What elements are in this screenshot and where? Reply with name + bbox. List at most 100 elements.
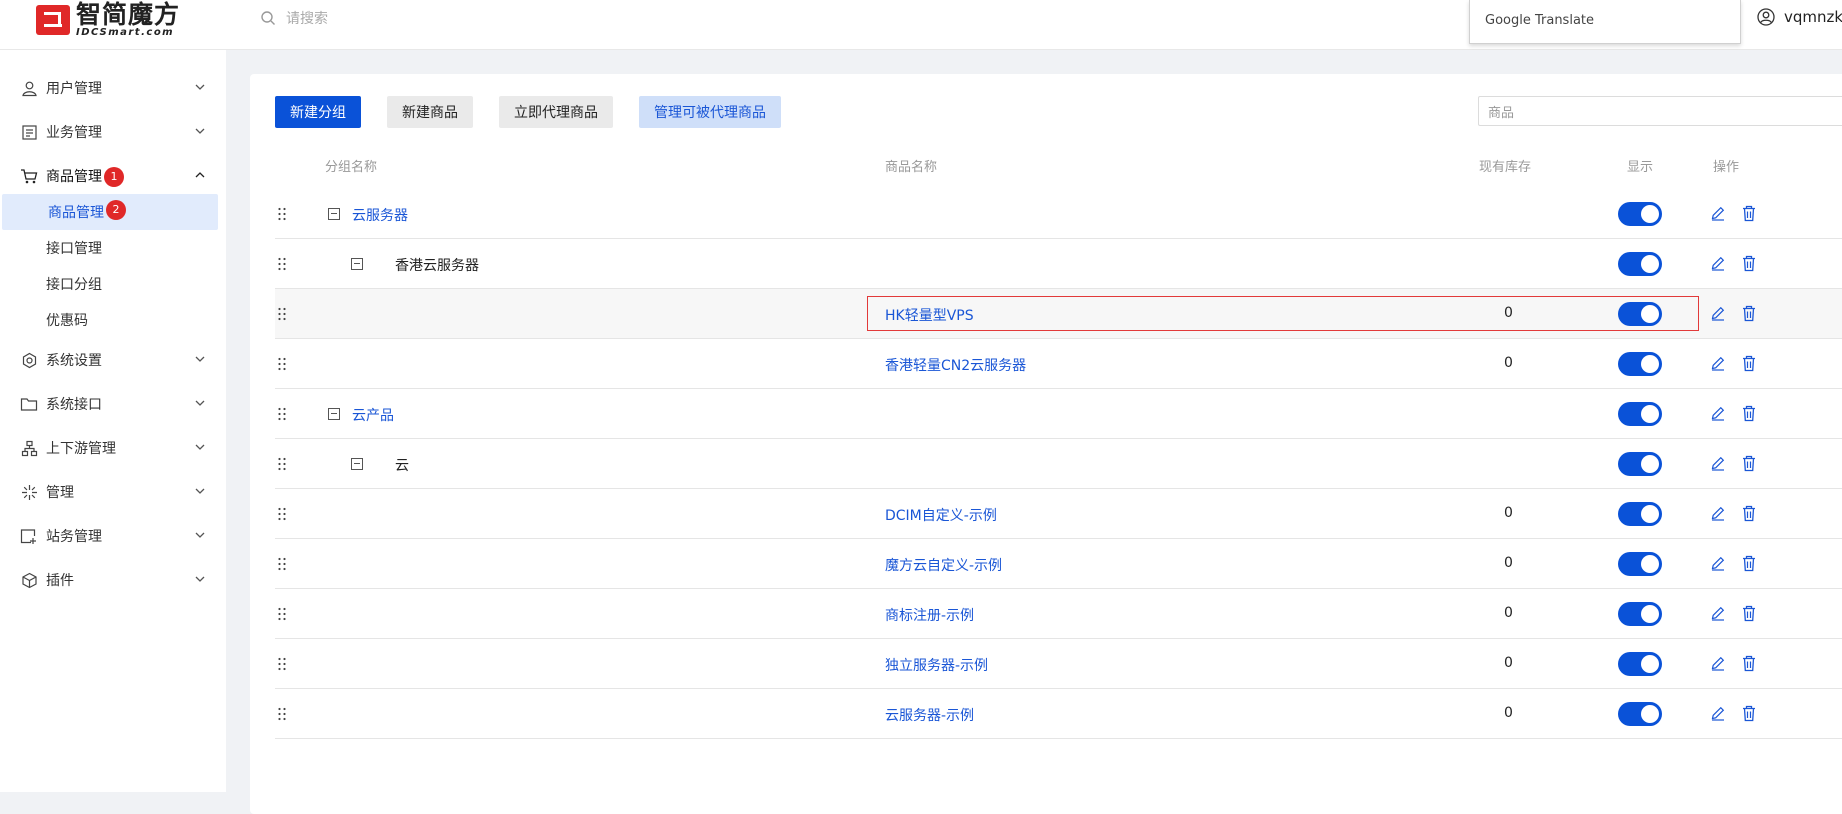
logo[interactable]: 智简魔方 IDCSmart.com [36, 0, 180, 40]
delete-icon[interactable] [1741, 705, 1757, 726]
table-row[interactable]: 云产品 [275, 389, 1842, 439]
table-row[interactable]: 云 [275, 439, 1842, 489]
table-row[interactable]: 独立服务器-示例 0 [275, 639, 1842, 689]
product-name-link[interactable]: DCIM自定义-示例 [885, 505, 997, 525]
list-icon [20, 123, 38, 141]
delete-icon[interactable] [1741, 605, 1757, 626]
group-name[interactable]: 云产品 [352, 405, 394, 425]
delete-icon[interactable] [1741, 655, 1757, 676]
cart-icon [20, 167, 38, 185]
delete-icon[interactable] [1741, 355, 1757, 376]
delete-icon[interactable] [1741, 305, 1757, 326]
table-row[interactable]: 云服务器-示例 0 [275, 689, 1842, 739]
logo-mark-icon [36, 5, 70, 35]
display-toggle[interactable] [1618, 402, 1662, 426]
table-row[interactable]: 云服务器 [275, 189, 1842, 239]
edit-icon[interactable] [1710, 305, 1726, 325]
sidebar-subitem-interface-management[interactable]: 接口管理 [0, 230, 226, 266]
product-name-link[interactable]: 独立服务器-示例 [885, 655, 988, 675]
drag-handle-icon[interactable] [277, 707, 287, 725]
edit-icon[interactable] [1710, 205, 1726, 225]
collapse-icon[interactable] [351, 258, 363, 270]
sidebar-subitem-interface-group[interactable]: 接口分组 [0, 266, 226, 302]
user-menu[interactable]: vqmnzki [1757, 8, 1842, 26]
group-name[interactable]: 云服务器 [352, 205, 408, 225]
delete-icon[interactable] [1741, 505, 1757, 526]
drag-handle-icon[interactable] [277, 207, 287, 225]
display-toggle[interactable] [1618, 302, 1662, 326]
drag-handle-icon[interactable] [277, 357, 287, 375]
edit-icon[interactable] [1710, 455, 1726, 475]
display-toggle[interactable] [1618, 552, 1662, 576]
product-name-link[interactable]: 香港轻量CN2云服务器 [885, 355, 1026, 375]
new-group-button[interactable]: 新建分组 [275, 96, 361, 128]
drag-handle-icon[interactable] [277, 407, 287, 425]
search-input[interactable]: 请搜索 [286, 8, 328, 28]
table-row[interactable]: DCIM自定义-示例 0 [275, 489, 1842, 539]
edit-icon[interactable] [1710, 405, 1726, 425]
delete-icon[interactable] [1741, 555, 1757, 576]
edit-icon[interactable] [1710, 655, 1726, 675]
sidebar-item-plugins[interactable]: 插件 [0, 558, 226, 602]
sidebar-item-system-settings[interactable]: 系统设置 [0, 338, 226, 382]
sidebar-item-upstream-downstream[interactable]: 上下游管理 [0, 426, 226, 470]
sidebar-item-system-interface[interactable]: 系统接口 [0, 382, 226, 426]
drag-handle-icon[interactable] [277, 607, 287, 625]
table-row[interactable]: 香港轻量CN2云服务器 0 [275, 339, 1842, 389]
manage-proxyable-button[interactable]: 管理可被代理商品 [639, 96, 781, 128]
edit-icon[interactable] [1710, 555, 1726, 575]
display-toggle[interactable] [1618, 702, 1662, 726]
edit-icon[interactable] [1710, 605, 1726, 625]
google-translate-widget[interactable]: Google Translate [1469, 0, 1741, 44]
delete-icon[interactable] [1741, 455, 1757, 476]
google-translate-label: Google Translate [1485, 13, 1595, 28]
display-toggle[interactable] [1618, 252, 1662, 276]
sidebar-subitem-label: 优惠码 [46, 313, 88, 329]
proxy-product-button[interactable]: 立即代理商品 [499, 96, 613, 128]
drag-handle-icon[interactable] [277, 657, 287, 675]
settings-icon [20, 351, 38, 369]
drag-handle-icon[interactable] [277, 557, 287, 575]
display-toggle[interactable] [1618, 452, 1662, 476]
product-name-link[interactable]: HK轻量型VPS [885, 305, 974, 325]
product-filter-input[interactable]: 商品 [1478, 96, 1842, 126]
sidebar-item-products[interactable]: 商品管理 1 [0, 154, 226, 198]
drag-handle-icon[interactable] [277, 507, 287, 525]
edit-icon[interactable] [1710, 255, 1726, 275]
notification-badge: 1 [104, 167, 124, 187]
delete-icon[interactable] [1741, 255, 1757, 276]
sidebar-subitem-product-management[interactable]: 商品管理 2 [2, 194, 218, 230]
table-row[interactable]: 香港云服务器 [275, 239, 1842, 289]
table-row[interactable]: 魔方云自定义-示例 0 [275, 539, 1842, 589]
delete-icon[interactable] [1741, 405, 1757, 426]
table-row[interactable]: HK轻量型VPS 0 [275, 289, 1842, 339]
collapse-icon[interactable] [328, 408, 340, 420]
collapse-icon[interactable] [351, 458, 363, 470]
edit-icon[interactable] [1710, 355, 1726, 375]
new-product-button[interactable]: 新建商品 [387, 96, 473, 128]
table-row[interactable]: 商标注册-示例 0 [275, 589, 1842, 639]
product-name-link[interactable]: 魔方云自定义-示例 [885, 555, 1002, 575]
product-name-link[interactable]: 商标注册-示例 [885, 605, 974, 625]
sidebar-item-site-management[interactable]: 站务管理 [0, 514, 226, 558]
drag-handle-icon[interactable] [277, 257, 287, 275]
delete-icon[interactable] [1741, 205, 1757, 226]
product-name-link[interactable]: 云服务器-示例 [885, 705, 974, 725]
collapse-icon[interactable] [328, 208, 340, 220]
display-toggle[interactable] [1618, 502, 1662, 526]
sidebar-item-users[interactable]: 用户管理 [0, 66, 226, 110]
edit-icon[interactable] [1710, 705, 1726, 725]
display-toggle[interactable] [1618, 602, 1662, 626]
display-toggle[interactable] [1618, 352, 1662, 376]
global-search[interactable]: 请搜索 [260, 8, 328, 28]
column-header-actions: 操作 [1713, 160, 1740, 175]
edit-icon[interactable] [1710, 505, 1726, 525]
drag-handle-icon[interactable] [277, 457, 287, 475]
sidebar-item-business[interactable]: 业务管理 [0, 110, 226, 154]
sidebar-subitem-coupon[interactable]: 优惠码 [0, 302, 226, 338]
drag-handle-icon[interactable] [277, 307, 287, 325]
sidebar-item-manage[interactable]: 管理 [0, 470, 226, 514]
subgroup-name: 云 [395, 458, 409, 474]
display-toggle[interactable] [1618, 202, 1662, 226]
display-toggle[interactable] [1618, 652, 1662, 676]
